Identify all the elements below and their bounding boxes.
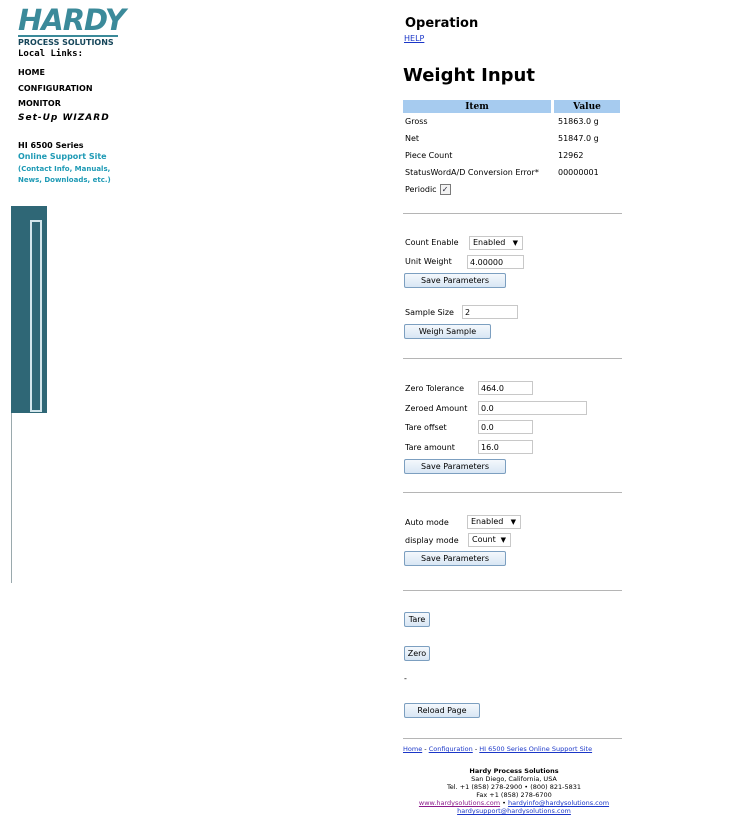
footer-link-support[interactable]: HI 6500 Series Online Support Site [479, 745, 592, 753]
company-fax: Fax +1 (858) 278-6700 [476, 791, 552, 799]
zeroed-amount-field[interactable]: 0.0 [478, 401, 587, 415]
sidebar-link-monitor[interactable]: MONITOR [18, 99, 61, 108]
decorative-bar-inner [32, 222, 40, 410]
footer-link-configuration[interactable]: Configuration [429, 745, 473, 753]
cell-value: 12962 [558, 151, 584, 160]
tare-offset-field[interactable]: 0.0 [478, 420, 533, 434]
display-mode-label: display mode [405, 536, 459, 545]
help-link[interactable]: HELP [404, 34, 424, 43]
series-title: HI 6500 Series [18, 141, 84, 150]
cell-value: 51863.0 g [558, 117, 599, 126]
info-email-link[interactable]: hardyinfo@hardysolutions.com [508, 799, 609, 807]
periodic-label: Periodic [405, 185, 437, 194]
save-parameters-button[interactable]: Save Parameters [404, 459, 506, 474]
count-enable-value: Enabled [473, 238, 506, 247]
footer-divider [403, 738, 622, 739]
cell-item: StatusWordA/D Conversion Error* [405, 168, 539, 177]
sample-size-label: Sample Size [405, 308, 454, 317]
section-divider [403, 492, 622, 493]
logo-wordmark: HARDY [18, 3, 126, 37]
status-dash: - [404, 674, 407, 683]
local-links-heading: Local Links: [18, 49, 84, 59]
display-mode-value: Count [472, 535, 496, 544]
support-email-link[interactable]: hardysupport@hardysolutions.com [457, 807, 571, 815]
tare-button[interactable]: Tare [404, 612, 430, 627]
column-header-item: Item [403, 100, 551, 113]
count-enable-select[interactable]: Enabled ▼ [469, 236, 523, 250]
table-row: StatusWordA/D Conversion Error* 00000001 [403, 164, 620, 181]
tare-offset-label: Tare offset [405, 423, 447, 432]
save-parameters-button[interactable]: Save Parameters [404, 273, 506, 288]
periodic-checkbox[interactable]: ✓ [439, 184, 451, 195]
section-divider [403, 590, 622, 591]
company-city: San Diego, California, USA [471, 775, 557, 783]
hardy-logo: HARDY PROCESS SOLUTIONS [18, 3, 126, 47]
footer-link-home[interactable]: Home [403, 745, 422, 753]
weigh-sample-button[interactable]: Weigh Sample [404, 324, 491, 339]
company-tel: Tel. +1 (858) 278-2900 • (800) 821-5831 [446, 783, 582, 791]
support-description-line-1: (Contact Info, Manuals, [18, 165, 111, 173]
sidebar-link-configuration[interactable]: CONFIGURATION [18, 84, 93, 93]
chevron-down-icon: ▼ [510, 518, 516, 526]
cell-item: Gross [405, 117, 428, 126]
section-divider [403, 358, 622, 359]
zero-button[interactable]: Zero [404, 646, 430, 661]
sample-size-field[interactable]: 2 [462, 305, 518, 319]
support-description-line-2: News, Downloads, etc.) [18, 176, 111, 184]
company-name: Hardy Process Solutions [469, 767, 559, 775]
table-row: Net 51847.0 g [403, 130, 620, 147]
table-row: Gross 51863.0 g [403, 113, 620, 130]
cell-item: Net [405, 134, 420, 143]
unit-weight-label: Unit Weight [405, 257, 452, 266]
online-support-link[interactable]: Online Support Site [18, 152, 107, 161]
auto-mode-select[interactable]: Enabled ▼ [467, 515, 521, 529]
table-row: Piece Count 12962 [403, 147, 620, 164]
auto-mode-label: Auto mode [405, 518, 449, 527]
footer-nav: Home - Configuration - HI 6500 Series On… [403, 745, 593, 753]
unit-weight-field[interactable]: 4.00000 [467, 255, 524, 269]
chevron-down-icon: ▼ [500, 536, 506, 544]
zero-tolerance-label: Zero Tolerance [405, 384, 465, 393]
periodic-row: Periodic ✓ [405, 184, 451, 195]
sidebar-link-home[interactable]: HOME [18, 68, 45, 77]
zeroed-amount-label: Zeroed Amount [405, 404, 468, 413]
count-enable-label: Count Enable [405, 238, 459, 247]
operation-heading: Operation [405, 16, 479, 31]
page-title: Weight Input [403, 65, 535, 86]
cell-value: 51847.0 g [558, 134, 599, 143]
sidebar-link-setup-wizard[interactable]: Set-Up WIZARD [18, 113, 110, 123]
tare-amount-label: Tare amount [405, 443, 455, 452]
table-header-row: Item Value [403, 100, 620, 113]
display-mode-select[interactable]: Count ▼ [468, 533, 511, 547]
weight-table: Item Value Gross 51863.0 g Net 51847.0 g… [403, 100, 620, 181]
chevron-down-icon: ▼ [512, 239, 518, 247]
cell-item: Piece Count [405, 151, 453, 160]
tare-amount-field[interactable]: 16.0 [478, 440, 533, 454]
sidebar-divider [11, 413, 12, 583]
zero-tolerance-field[interactable]: 464.0 [478, 381, 533, 395]
auto-mode-value: Enabled [471, 517, 504, 526]
column-header-value: Value [554, 100, 620, 113]
company-info: Hardy Process Solutions San Diego, Calif… [403, 767, 625, 815]
save-parameters-button[interactable]: Save Parameters [404, 551, 506, 566]
website-link[interactable]: www.hardysolutions.com [419, 799, 500, 807]
cell-value: 00000001 [558, 168, 599, 177]
reload-page-button[interactable]: Reload Page [404, 703, 480, 718]
section-divider [403, 213, 622, 214]
